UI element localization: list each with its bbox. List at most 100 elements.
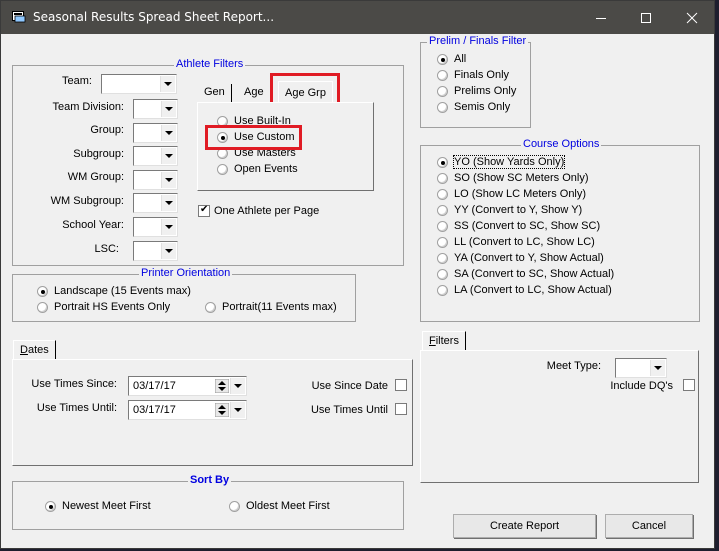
radio-icon [437,220,448,232]
radio-portrait-11[interactable]: Portrait(11 Events max) [205,301,337,313]
radio-icon [217,131,228,143]
radio-course-lo[interactable]: LO (Show LC Meters Only) [437,188,586,200]
sort-by-legend: Sort By [188,474,232,486]
spinner-icon[interactable] [215,379,229,393]
use-since-date-label: Use Since Date [311,380,388,392]
radio-newest-meet-first[interactable]: Newest Meet First [45,500,151,512]
meet-type-label: Meet Type: [546,360,601,372]
radio-icon [45,500,56,512]
team-division-label: Team Division: [52,101,124,113]
lsc-label: LSC: [94,243,119,255]
title-bar: Seasonal Results Spread Sheet Report... [1,1,714,34]
radio-icon [437,284,448,296]
printer-orientation-legend: Printer Orientation [139,267,233,279]
include-dqs-checkbox[interactable] [683,379,695,391]
use-times-since-label: Use Times Since: [31,378,117,390]
radio-icon [437,236,448,248]
radio-finals-only[interactable]: Finals Only [437,69,509,81]
tab-filters[interactable]: Filters [422,331,466,351]
chevron-down-icon[interactable] [161,219,176,235]
team-division-combo[interactable] [133,99,178,119]
radio-use-masters[interactable]: Use Masters [217,147,296,159]
radio-open-events[interactable]: Open Events [217,163,298,175]
radio-course-ya[interactable]: YA (Convert to Y, Show Actual) [437,252,604,264]
tab-age[interactable]: Age [238,84,271,103]
lsc-combo[interactable] [133,241,178,261]
group-label: Group: [90,124,124,136]
radio-icon [229,500,240,512]
radio-course-yy[interactable]: YY (Convert to Y, Show Y) [437,204,582,216]
radio-course-ss[interactable]: SS (Convert to SC, Show SC) [437,220,600,232]
meet-type-combo[interactable] [615,358,667,378]
radio-icon [437,156,448,168]
tab-dates[interactable]: Dates [13,340,56,360]
school-year-label: School Year: [62,219,124,231]
radio-icon [217,163,228,175]
radio-icon [437,188,448,200]
app-icon [12,11,26,23]
radio-icon [37,285,48,297]
use-times-until-checkbox[interactable] [395,403,407,415]
radio-icon [37,301,48,313]
school-year-combo[interactable] [133,217,178,237]
use-times-until-date-picker[interactable]: 03/17/17 [128,400,247,420]
close-icon [686,12,698,23]
team-label: Team: [62,75,92,87]
radio-icon [217,147,228,159]
radio-all[interactable]: All [437,53,466,65]
radio-semis-only[interactable]: Semis Only [437,101,510,113]
use-since-date-checkbox[interactable] [395,379,407,391]
radio-course-so[interactable]: SO (Show SC Meters Only) [437,172,588,184]
chevron-down-icon[interactable] [230,402,245,418]
radio-use-custom[interactable]: Use Custom [217,131,295,143]
radio-icon [437,53,448,65]
radio-use-built-in[interactable]: Use Built-In [217,115,291,127]
subgroup-label: Subgroup: [73,148,124,160]
radio-icon [437,172,448,184]
radio-icon [437,268,448,280]
chevron-down-icon[interactable] [161,243,176,259]
chevron-down-icon[interactable] [650,360,665,376]
chevron-down-icon[interactable] [161,125,176,141]
radio-course-yo[interactable]: YO (Show Yards Only) [437,155,566,169]
wm-subgroup-label: WM Subgroup: [50,195,124,207]
prelim-finals-legend: Prelim / Finals Filter [427,35,529,47]
use-times-until-label: Use Times Until: [36,402,117,414]
wm-group-combo[interactable] [133,170,178,190]
tab-gen[interactable]: Gen [198,84,232,103]
close-button[interactable] [669,1,715,34]
chevron-down-icon[interactable] [161,101,176,117]
maximize-icon [641,12,651,23]
wm-subgroup-combo[interactable] [133,193,178,213]
wm-group-label: WM Group: [67,171,124,183]
radio-icon [437,101,448,113]
chevron-down-icon[interactable] [161,172,176,188]
subgroup-combo[interactable] [133,146,178,166]
use-times-until-check-label: Use Times Until [310,404,388,416]
radio-oldest-meet-first[interactable]: Oldest Meet First [229,500,330,512]
radio-course-ll[interactable]: LL (Convert to LC, Show LC) [437,236,595,248]
spinner-icon[interactable] [215,403,229,417]
one-athlete-per-page-label: One Athlete per Page [214,205,320,217]
radio-icon [205,301,216,313]
group-combo[interactable] [133,123,178,143]
chevron-down-icon[interactable] [161,195,176,211]
radio-icon [437,252,448,264]
radio-portrait-hs[interactable]: Portrait HS Events Only [37,301,170,313]
chevron-down-icon[interactable] [161,148,176,164]
maximize-button[interactable] [623,1,669,34]
radio-course-la[interactable]: LA (Convert to LC, Show Actual) [437,284,612,296]
one-athlete-per-page-checkbox[interactable] [198,203,210,217]
radio-course-sa[interactable]: SA (Convert to SC, Show Actual) [437,268,614,280]
chevron-down-icon[interactable] [160,76,175,92]
radio-landscape[interactable]: Landscape (15 Events max) [37,285,191,297]
team-combo[interactable] [101,74,177,94]
radio-prelims-only[interactable]: Prelims Only [437,85,516,97]
create-report-button[interactable]: Create Report [453,514,596,538]
tab-age-grp[interactable]: Age Grp [278,81,333,103]
radio-icon [437,69,448,81]
cancel-button[interactable]: Cancel [605,514,693,538]
chevron-down-icon[interactable] [230,378,245,394]
use-times-since-date-picker[interactable]: 03/17/17 [128,376,247,396]
minimize-button[interactable] [578,1,624,34]
